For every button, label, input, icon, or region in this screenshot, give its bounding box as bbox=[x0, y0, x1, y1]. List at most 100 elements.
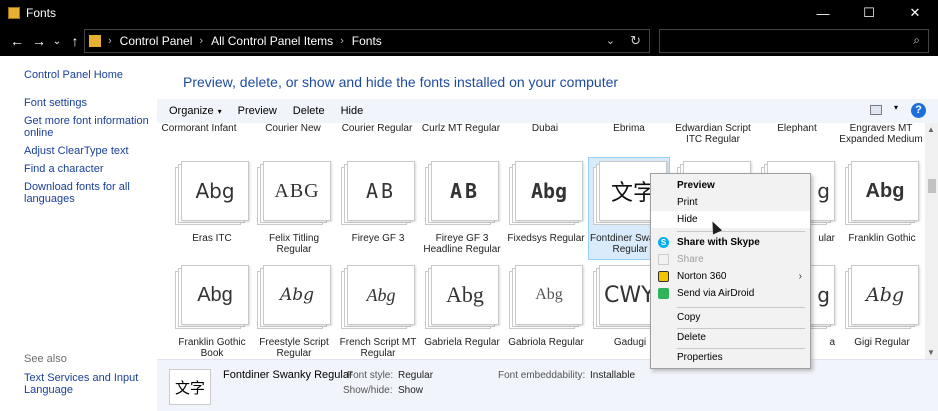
menu-item-print[interactable]: Print bbox=[651, 194, 810, 211]
font-name: Fixedsys Regular bbox=[507, 233, 585, 244]
left-pane: Control Panel Home Font settings Get mor… bbox=[0, 56, 157, 411]
forward-arrow-icon[interactable]: → bbox=[28, 33, 50, 49]
breadcrumb-control-panel[interactable]: Control Panel bbox=[120, 34, 193, 48]
address-bar[interactable]: › Control Panel › All Control Panel Item… bbox=[84, 29, 650, 53]
font-tile-felix-titling[interactable]: ABG Felix Titling Regular bbox=[253, 161, 335, 255]
font-sample: Abg bbox=[535, 286, 563, 303]
minimize-button[interactable]: — bbox=[800, 0, 846, 26]
menu-item-hide[interactable]: Hide bbox=[651, 211, 810, 228]
menu-item-norton[interactable]: Norton 360 › bbox=[651, 268, 810, 285]
font-sample: Abg bbox=[530, 179, 568, 203]
font-tile-freestyle-script[interactable]: Abg Freestyle Script Regular bbox=[253, 265, 335, 359]
command-bar: Organize ▾ Preview Delete Hide ▾ ? bbox=[157, 99, 938, 123]
vertical-scrollbar[interactable]: ▲ ▼ bbox=[925, 123, 938, 359]
task-links: Font settings Get more font information … bbox=[24, 97, 149, 211]
font-tile-franklin-gothic[interactable]: Abg Franklin Gothic bbox=[841, 161, 923, 244]
view-dropdown-icon[interactable]: ▾ bbox=[894, 103, 898, 112]
organize-button[interactable]: Organize ▾ bbox=[169, 105, 222, 117]
selected-font-icon: 文字 bbox=[169, 369, 211, 405]
font-sample: Abg bbox=[865, 179, 905, 202]
close-button[interactable]: ✕ bbox=[892, 0, 938, 26]
font-name: Gabriola Regular bbox=[508, 337, 584, 348]
refresh-icon[interactable]: ↻ bbox=[630, 33, 641, 49]
menu-divider bbox=[677, 231, 805, 232]
menu-item-properties[interactable]: Properties bbox=[651, 349, 810, 366]
breadcrumb-separator: › bbox=[199, 35, 204, 47]
more-font-info-link[interactable]: Get more font information online bbox=[24, 115, 149, 139]
font-sample: CWY bbox=[604, 282, 655, 308]
font-name[interactable]: Engravers MT Expanded Medium bbox=[839, 123, 923, 145]
see-also-heading: See also bbox=[24, 353, 67, 365]
font-name[interactable]: Edwardian Script ITC Regular bbox=[671, 123, 755, 145]
font-tile-fireye[interactable]: AB Fireye GF 3 bbox=[337, 161, 419, 244]
font-name[interactable]: Courier New bbox=[251, 123, 335, 134]
font-sample: 文字 bbox=[610, 181, 655, 206]
menu-item-preview[interactable]: Preview bbox=[651, 177, 810, 194]
font-tile-gigi[interactable]: Abg Gigi Regular bbox=[841, 265, 923, 348]
font-sample: Abg bbox=[197, 283, 233, 306]
font-tile-gabriola[interactable]: Abg Gabriola Regular bbox=[505, 265, 587, 348]
breadcrumb-fonts[interactable]: Fonts bbox=[352, 34, 382, 48]
font-sample: ABG bbox=[274, 179, 320, 202]
font-name[interactable]: Dubai bbox=[503, 123, 587, 134]
font-sample: Abg bbox=[366, 284, 396, 305]
font-name[interactable]: Elephant bbox=[755, 123, 839, 134]
skype-icon: S bbox=[658, 237, 669, 248]
font-stack-icon: ABG bbox=[257, 161, 333, 227]
text-services-link[interactable]: Text Services and Input Language bbox=[24, 372, 144, 396]
font-tile-franklin-gothic-book[interactable]: Abg Franklin Gothic Book bbox=[171, 265, 253, 359]
font-stack-icon: AB bbox=[341, 161, 417, 227]
maximize-button[interactable]: ☐ bbox=[846, 0, 892, 26]
font-name[interactable]: Cormorant Infant bbox=[157, 123, 241, 134]
font-name[interactable]: Curlz MT Regular bbox=[419, 123, 503, 134]
address-dropdown-icon[interactable]: ⌄ bbox=[606, 34, 615, 47]
change-view-icon[interactable] bbox=[870, 105, 882, 115]
download-fonts-link[interactable]: Download fonts for all languages bbox=[24, 181, 149, 205]
search-input[interactable] bbox=[660, 30, 890, 52]
font-tile-french-script[interactable]: Abg French Script MT Regular bbox=[337, 265, 419, 359]
menu-item-share-skype[interactable]: S Share with Skype bbox=[651, 234, 810, 251]
font-name: Franklin Gothic Book bbox=[178, 337, 246, 359]
window-title: Fonts bbox=[26, 6, 57, 20]
scrollbar-thumb[interactable] bbox=[928, 179, 936, 193]
breadcrumb-separator: › bbox=[108, 35, 112, 47]
font-tile-eras-itc[interactable]: Abg Eras ITC bbox=[171, 161, 253, 244]
menu-item-airdroid[interactable]: Send via AirDroid bbox=[651, 285, 810, 302]
font-tile-fixedsys[interactable]: Abg Fixedsys Regular bbox=[505, 161, 587, 244]
font-name: Gabriela Regular bbox=[424, 337, 500, 348]
selected-font-name: Fontdiner Swanky Regular bbox=[223, 369, 353, 381]
scroll-up-icon[interactable]: ▲ bbox=[927, 125, 935, 134]
help-icon[interactable]: ? bbox=[911, 103, 926, 118]
search-box[interactable]: ⌕ bbox=[659, 29, 929, 53]
font-name: Freestyle Script Regular bbox=[259, 337, 329, 359]
menu-item-delete[interactable]: Delete bbox=[651, 329, 810, 346]
recent-locations-icon[interactable]: ⌄ bbox=[50, 36, 64, 47]
font-sample: g bbox=[817, 179, 830, 203]
control-panel-home-link[interactable]: Control Panel Home bbox=[24, 69, 123, 81]
share-icon bbox=[658, 254, 669, 265]
find-character-link[interactable]: Find a character bbox=[24, 163, 149, 175]
delete-button[interactable]: Delete bbox=[293, 105, 325, 117]
window-controls: — ☐ ✕ bbox=[800, 0, 938, 26]
font-tile-fireye-headline[interactable]: AB Fireye GF 3 Headline Regular bbox=[421, 161, 503, 255]
title-bar: Fonts — ☐ ✕ bbox=[0, 0, 938, 26]
font-name[interactable]: Courier Regular bbox=[335, 123, 419, 134]
search-icon[interactable]: ⌕ bbox=[913, 33, 920, 48]
scroll-down-icon[interactable]: ▼ bbox=[927, 348, 935, 357]
font-settings-link[interactable]: Font settings bbox=[24, 97, 149, 109]
font-stack-icon: Abg bbox=[425, 265, 501, 331]
navigation-bar: ← → ⌄ ↑ › Control Panel › All Control Pa… bbox=[0, 26, 938, 56]
menu-item-copy[interactable]: Copy bbox=[651, 309, 810, 326]
font-sample: AB bbox=[365, 179, 397, 203]
font-tile-gabriela[interactable]: Abg Gabriela Regular bbox=[421, 265, 503, 348]
up-arrow-icon[interactable]: ↑ bbox=[64, 33, 86, 49]
font-name: Fireye GF 3 Headline Regular bbox=[423, 233, 501, 255]
adjust-cleartype-link[interactable]: Adjust ClearType text bbox=[24, 145, 149, 157]
breadcrumb-all-items[interactable]: All Control Panel Items bbox=[211, 34, 333, 48]
fonts-folder-icon bbox=[8, 7, 20, 19]
preview-button[interactable]: Preview bbox=[238, 105, 277, 117]
menu-label: Send via AirDroid bbox=[677, 288, 755, 299]
font-name[interactable]: Ebrima bbox=[587, 123, 671, 134]
hide-button[interactable]: Hide bbox=[341, 105, 364, 117]
back-arrow-icon[interactable]: ← bbox=[6, 33, 28, 49]
